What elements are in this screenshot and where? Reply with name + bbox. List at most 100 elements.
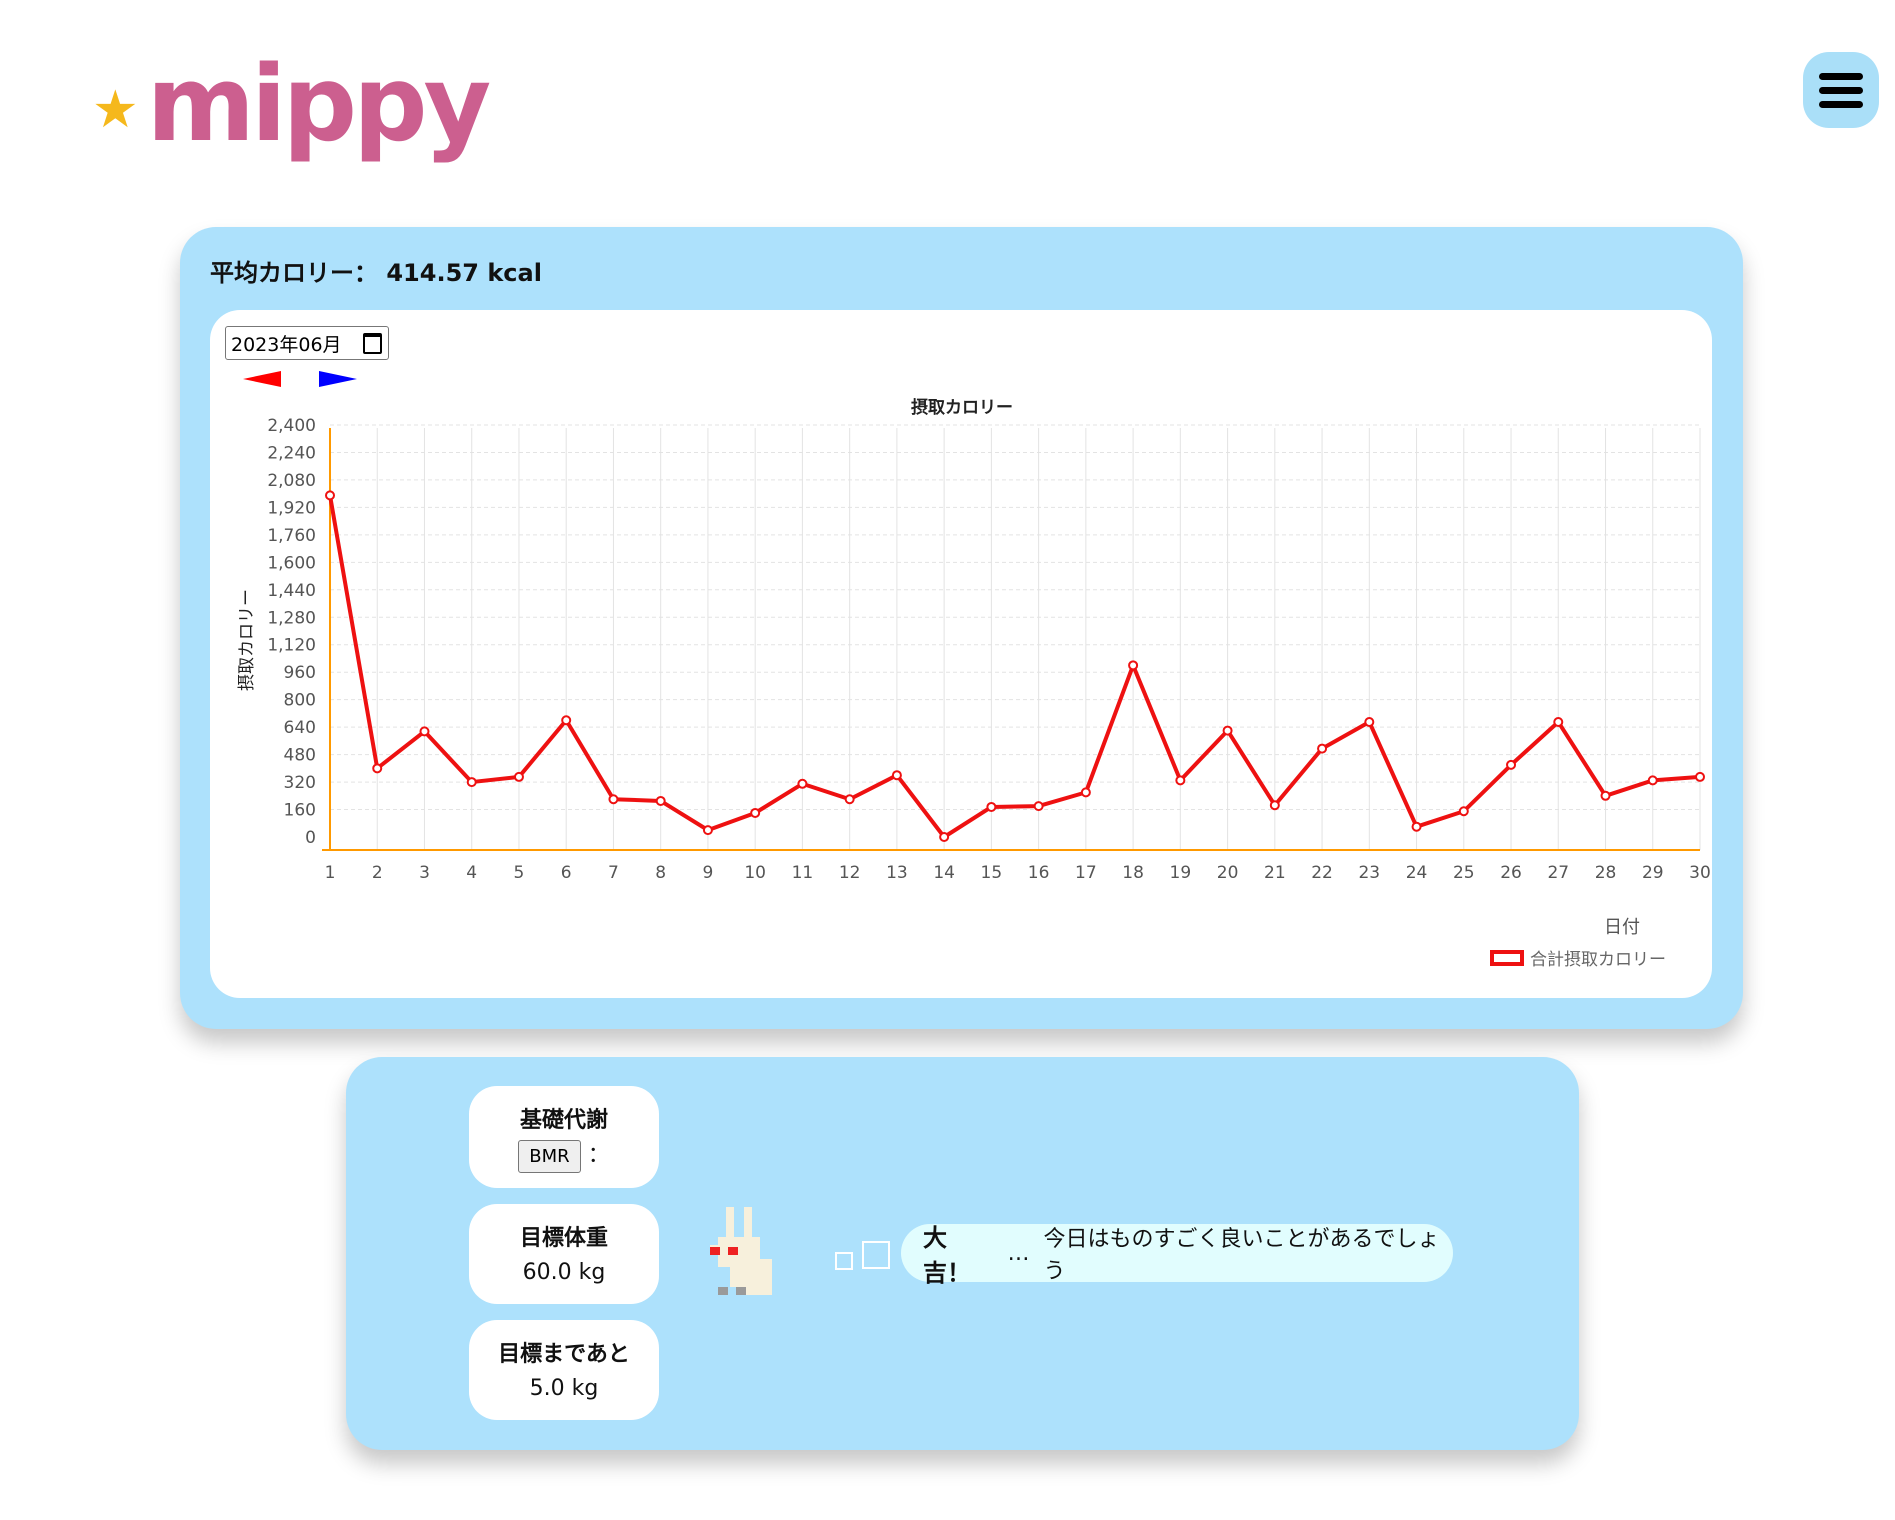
legend-swatch xyxy=(1490,950,1524,966)
x-tick-label: 9 xyxy=(703,863,714,883)
x-tick-label: 1 xyxy=(325,863,336,883)
status-card: 基礎代謝 BMR ： 目標体重 60.0 kg 目標まであと 5.0 kg 大吉… xyxy=(346,1057,1579,1450)
fortune-luck: 大吉！ xyxy=(923,1224,971,1287)
y-tick-label: 960 xyxy=(284,663,316,683)
x-tick-label: 11 xyxy=(792,863,814,883)
x-tick-label: 7 xyxy=(608,863,619,883)
y-tick-label: 320 xyxy=(284,773,316,793)
x-tick-label: 17 xyxy=(1075,863,1097,883)
x-tick-label: 26 xyxy=(1500,863,1522,883)
y-tick-label: 1,280 xyxy=(267,608,316,628)
calorie-line-chart: 01603204806408009601,1201,2801,4401,6001… xyxy=(237,397,1711,970)
data-point xyxy=(702,825,713,836)
fortune-bubble: 大吉！ … 今日はものすごく良いことがあるでしょう xyxy=(901,1224,1453,1287)
remaining-weight-box: 目標まであと 5.0 kg xyxy=(469,1320,659,1420)
data-point xyxy=(1364,716,1375,727)
y-tick-label: 0 xyxy=(305,828,316,848)
data-point xyxy=(797,778,808,789)
target-weight-value: 60.0 kg xyxy=(522,1260,606,1285)
data-point xyxy=(1269,800,1280,811)
data-point xyxy=(561,715,572,726)
x-tick-label: 21 xyxy=(1264,863,1286,883)
remaining-weight-value: 5.0 kg xyxy=(529,1376,599,1401)
chart-title: 摂取カロリー xyxy=(911,397,1013,418)
x-tick-label: 15 xyxy=(981,863,1003,883)
x-tick-label: 4 xyxy=(466,863,477,883)
target-weight-title: 目標体重 xyxy=(519,1226,608,1251)
data-point xyxy=(1600,790,1611,801)
x-tick-label: 24 xyxy=(1406,863,1428,883)
menu-button[interactable] xyxy=(1803,52,1879,128)
series-line xyxy=(328,495,1701,839)
average-calorie-label: 平均カロリー： xyxy=(210,259,378,287)
x-tick-label: 27 xyxy=(1547,863,1569,883)
y-tick-label: 2,400 xyxy=(267,416,316,436)
data-point xyxy=(513,771,524,782)
data-point xyxy=(1506,759,1517,770)
logo-text: mippy xyxy=(146,43,492,165)
fortune-message: 今日はものすごく良いことがあるでしょう xyxy=(1043,1227,1440,1284)
bmr-button[interactable]: BMR xyxy=(518,1140,581,1173)
fortune-dots: … xyxy=(1007,1240,1030,1266)
data-point xyxy=(1647,775,1658,786)
star-icon: ★ xyxy=(92,80,139,140)
x-tick-label: 30 xyxy=(1689,863,1711,883)
data-point xyxy=(1411,821,1422,832)
data-point xyxy=(1222,725,1233,736)
y-tick-label: 1,440 xyxy=(267,581,316,601)
remaining-weight-title: 目標まであと xyxy=(498,1342,630,1367)
y-tick-label: 640 xyxy=(284,718,316,738)
data-point xyxy=(608,794,619,805)
x-tick-label: 18 xyxy=(1122,863,1144,883)
x-tick-label: 28 xyxy=(1595,863,1617,883)
x-tick-label: 10 xyxy=(744,863,766,883)
bmr-separator: ： xyxy=(587,1143,610,1168)
bmr-box: 基礎代謝 BMR ： xyxy=(469,1086,659,1188)
data-point xyxy=(419,726,430,737)
bmr-title: 基礎代謝 xyxy=(519,1108,608,1133)
data-point xyxy=(1458,806,1469,817)
x-tick-label: 12 xyxy=(839,863,861,883)
x-tick-label: 25 xyxy=(1453,863,1475,883)
legend-label: 合計摂取カロリー xyxy=(1530,950,1666,970)
thought-bubble-small-icon xyxy=(835,1252,853,1270)
app-logo[interactable]: ★ mippy xyxy=(92,43,492,165)
x-tick-label: 16 xyxy=(1028,863,1050,883)
data-point xyxy=(466,777,477,788)
y-axis-label: 摂取カロリー xyxy=(237,589,257,691)
x-tick-label: 29 xyxy=(1642,863,1664,883)
x-tick-label: 13 xyxy=(886,863,908,883)
average-calorie: 平均カロリー： 414.57 kcal xyxy=(210,253,542,288)
calorie-chart-card: 平均カロリー： 414.57 kcal 0 160 320 480 640 800 960 1… xyxy=(180,227,1743,1029)
calendar-icon[interactable] xyxy=(363,333,382,354)
month-input-value: 2023年06月 xyxy=(231,333,342,356)
x-tick-label: 5 xyxy=(514,863,525,883)
chart-panel: 0 160 320 480 640 800 960 1,120 1,280 1,440 1,600 1… xyxy=(210,310,1712,998)
next-month-arrow-icon[interactable] xyxy=(319,371,357,387)
x-tick-label: 20 xyxy=(1217,863,1239,883)
data-point xyxy=(750,807,761,818)
x-tick-label: 2 xyxy=(372,863,383,883)
x-axis-label: 日付 xyxy=(1604,917,1640,938)
thought-bubble-medium-icon xyxy=(862,1241,890,1269)
data-point xyxy=(1033,801,1044,812)
y-tick-label: 800 xyxy=(284,691,316,711)
data-point xyxy=(1128,660,1139,671)
x-tick-label: 14 xyxy=(933,863,955,883)
data-point xyxy=(844,794,855,805)
rabbit-icon xyxy=(710,1207,772,1295)
hamburger-icon xyxy=(1819,72,1863,80)
y-tick-label: 2,080 xyxy=(267,471,316,491)
data-point xyxy=(986,801,997,812)
month-input[interactable]: 2023年06月 xyxy=(225,326,389,360)
x-tick-label: 19 xyxy=(1170,863,1192,883)
target-weight-box: 目標体重 60.0 kg xyxy=(469,1204,659,1304)
x-tick-label: 8 xyxy=(655,863,666,883)
y-tick-label: 1,120 xyxy=(267,636,316,656)
y-tick-label: 1,760 xyxy=(267,526,316,546)
average-calorie-value: 414.57 kcal xyxy=(386,259,542,287)
prev-month-arrow-icon[interactable] xyxy=(243,371,281,387)
y-tick-label: 480 xyxy=(284,746,316,766)
data-point xyxy=(1080,787,1091,798)
data-point xyxy=(1317,743,1328,754)
